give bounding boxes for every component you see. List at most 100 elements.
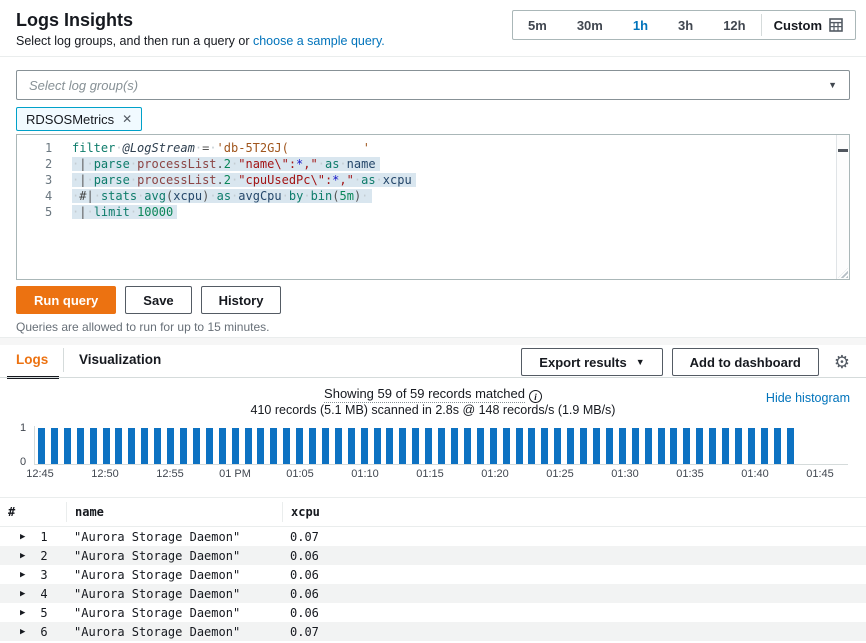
histogram-bar xyxy=(128,428,135,464)
remove-log-group-icon[interactable]: ✕ xyxy=(122,112,132,126)
histogram-bar xyxy=(541,428,548,464)
chevron-down-icon: ▼ xyxy=(636,357,645,367)
expand-row-icon[interactable]: ▶ xyxy=(20,608,25,618)
histogram-bar xyxy=(464,428,471,464)
cell-name: "Aurora Storage Daemon" xyxy=(66,549,282,563)
table-row[interactable]: ▶2"Aurora Storage Daemon"0.06 xyxy=(0,546,866,565)
expand-row-icon[interactable]: ▶ xyxy=(20,627,25,637)
y-axis-label-1: 1 xyxy=(20,422,26,434)
histogram-bar xyxy=(361,428,368,464)
expand-row-icon[interactable]: ▶ xyxy=(20,570,25,580)
x-tick-label: 01 PM xyxy=(219,468,251,480)
time-range-1h[interactable]: 1h xyxy=(618,11,663,39)
add-to-dashboard-button[interactable]: Add to dashboard xyxy=(672,348,819,376)
time-range-30m[interactable]: 30m xyxy=(562,11,618,39)
history-button[interactable]: History xyxy=(201,286,282,314)
page-subtitle: Select log groups, and then run a query … xyxy=(16,34,385,48)
histogram-bar xyxy=(219,428,226,464)
cell-name: "Aurora Storage Daemon" xyxy=(66,530,282,544)
table-header-row: # name xcpu xyxy=(0,498,866,527)
histogram-bar xyxy=(606,428,613,464)
histogram-bar xyxy=(103,428,110,464)
table-row[interactable]: ▶1"Aurora Storage Daemon"0.07 xyxy=(0,527,866,546)
query-editor-code: 1filter·@LogStream·=·'db-5T2GJ('2·|·pars… xyxy=(17,140,835,220)
records-matched-text: Showing 59 of 59 records matched xyxy=(324,386,525,403)
time-range-3h[interactable]: 3h xyxy=(663,11,708,39)
log-group-select[interactable]: Select log group(s) ▼ xyxy=(16,70,850,100)
x-tick-label: 12:55 xyxy=(156,468,184,480)
x-axis-line xyxy=(34,464,848,465)
tab-logs[interactable]: Logs xyxy=(16,352,48,367)
hide-histogram-link[interactable]: Hide histogram xyxy=(766,391,850,405)
histogram-bar xyxy=(554,428,561,464)
histogram-bar xyxy=(115,428,122,464)
page-title: Logs Insights xyxy=(16,10,133,31)
histogram-bar xyxy=(567,428,574,464)
export-results-button[interactable]: Export results▼ xyxy=(521,348,662,376)
histogram-bar xyxy=(787,428,794,464)
histogram-bar xyxy=(580,428,587,464)
histogram-bar xyxy=(477,428,484,464)
cell-xcpu: 0.07 xyxy=(282,530,866,544)
query-editor[interactable]: 1filter·@LogStream·=·'db-5T2GJ('2·|·pars… xyxy=(16,134,850,280)
histogram-bar xyxy=(709,428,716,464)
table-row[interactable]: ▶5"Aurora Storage Daemon"0.06 xyxy=(0,603,866,622)
expand-row-icon[interactable]: ▶ xyxy=(20,589,25,599)
log-group-tag: RDSOSMetrics ✕ xyxy=(16,107,142,131)
table-row[interactable]: ▶4"Aurora Storage Daemon"0.06 xyxy=(0,584,866,603)
line-number: 5 xyxy=(17,204,72,220)
histogram-bars xyxy=(38,428,794,464)
histogram-bar xyxy=(645,428,652,464)
info-icon[interactable]: i xyxy=(529,390,542,403)
histogram-bar xyxy=(619,428,626,464)
y-axis-label-0: 0 xyxy=(20,456,26,468)
histogram-bar xyxy=(438,428,445,464)
query-actions: Run query Save History xyxy=(16,286,281,314)
logs-insights-page: Logs Insights Select log groups, and the… xyxy=(0,0,866,643)
histogram-bar xyxy=(193,428,200,464)
table-row[interactable]: ▶6"Aurora Storage Daemon"0.07 xyxy=(0,622,866,641)
expand-row-icon[interactable]: ▶ xyxy=(20,532,25,542)
time-range-12h[interactable]: 12h xyxy=(708,11,760,39)
histogram-bar xyxy=(503,428,510,464)
editor-scrollbar-handle[interactable] xyxy=(838,149,848,152)
run-query-button[interactable]: Run query xyxy=(16,286,116,314)
save-button[interactable]: Save xyxy=(125,286,191,314)
time-range-5m[interactable]: 5m xyxy=(513,11,562,39)
tab-visualization[interactable]: Visualization xyxy=(79,352,161,367)
histogram-bar xyxy=(141,428,148,464)
x-tick-label: 01:05 xyxy=(286,468,314,480)
calendar-icon xyxy=(829,18,843,32)
cell-xcpu: 0.06 xyxy=(282,549,866,563)
histogram-bar xyxy=(761,428,768,464)
log-group-tag-label: RDSOSMetrics xyxy=(26,112,114,127)
column-header-index: # xyxy=(0,502,66,522)
histogram-bar xyxy=(451,428,458,464)
editor-scrollbar[interactable] xyxy=(836,135,849,279)
row-index: 5 xyxy=(40,606,47,620)
time-range-custom[interactable]: Custom xyxy=(762,11,855,39)
expand-row-icon[interactable]: ▶ xyxy=(20,551,25,561)
x-tick-label: 01:20 xyxy=(481,468,509,480)
histogram-bar xyxy=(90,428,97,464)
row-index: 4 xyxy=(40,587,47,601)
histogram-bar xyxy=(593,428,600,464)
histogram-bar xyxy=(374,428,381,464)
records-matched-line: Showing 59 of 59 records matched i xyxy=(0,386,866,403)
section-gap xyxy=(0,338,866,345)
results-actions: Export results▼ Add to dashboard ⚙ xyxy=(521,348,850,376)
histogram-bar xyxy=(399,428,406,464)
records-scanned-text: 410 records (5.1 MB) scanned in 2.8s @ 1… xyxy=(0,403,866,417)
row-index: 6 xyxy=(40,625,47,639)
histogram-bar xyxy=(412,428,419,464)
histogram-bar xyxy=(270,428,277,464)
gear-icon[interactable]: ⚙ xyxy=(834,353,850,371)
line-number: 2 xyxy=(17,156,72,172)
histogram-bar xyxy=(51,428,58,464)
cell-xcpu: 0.06 xyxy=(282,568,866,582)
histogram-bar xyxy=(722,428,729,464)
cell-xcpu: 0.06 xyxy=(282,606,866,620)
sample-query-link[interactable]: choose a sample query. xyxy=(253,34,385,48)
histogram-bar xyxy=(232,428,239,464)
table-row[interactable]: ▶3"Aurora Storage Daemon"0.06 xyxy=(0,565,866,584)
